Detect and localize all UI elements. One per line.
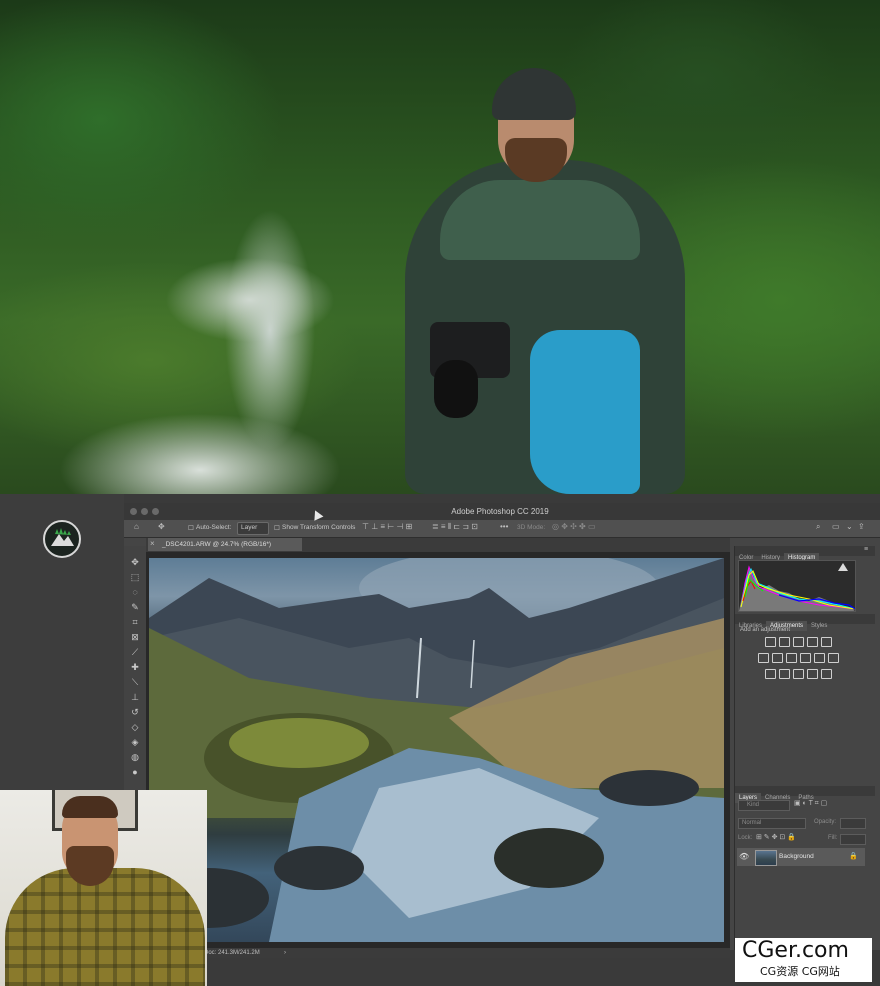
layer-filter-kind[interactable]: Kind [738,800,790,811]
color-history-histogram-tabs: Color History Histogram [735,546,875,563]
chevron-down-icon[interactable]: ⌄ [846,522,853,531]
lock-icons[interactable]: ⊞ ✎ ✥ ⊡ 🔒 [756,833,796,841]
frame-tool-icon[interactable]: ⊠ [128,631,142,643]
layer-name: Background [779,853,814,860]
home-icon[interactable]: ⌂ [134,522,139,531]
show-transform-checkbox[interactable]: ☐ [274,524,280,532]
close-document-icon[interactable]: × [150,539,155,548]
color-balance-icon[interactable] [772,653,783,663]
doc-size-readout: Doc: 241.3M/241.2M [204,950,260,956]
threshold-icon[interactable] [793,669,804,679]
eraser-tool-icon[interactable]: ◇ [128,721,142,733]
marquee-tool-icon[interactable]: ⬚ [128,571,142,583]
lock-icon: 🔒 [849,853,858,860]
blend-mode-dropdown[interactable]: Normal [738,818,806,829]
webcam-presenter-hair [62,796,118,818]
lock-label: Lock: [738,835,753,841]
layers-channels-paths-tabs: Layers Channels Paths [735,786,875,803]
panel-menu-icon[interactable]: ≡ [864,546,868,553]
history-brush-tool-icon[interactable]: ↺ [128,706,142,718]
status-bar: Doc: 241.3M/241.2M › [146,948,730,958]
channel-mixer-icon[interactable] [814,653,825,663]
brightness-contrast-icon[interactable] [765,637,776,647]
histogram-graph [738,560,856,612]
channel-logo [43,520,81,558]
lasso-tool-icon[interactable]: ◌ [128,586,142,598]
move-tool-preset-icon[interactable]: ✥ [158,522,165,531]
show-transform-label: Show Transform Controls [282,524,356,531]
color-lookup-icon[interactable] [828,653,839,663]
hue-saturation-icon[interactable] [758,653,769,663]
search-icon[interactable]: ⌕ [816,522,820,532]
blue-bag [530,330,640,494]
auto-select-label: Auto-Select: [196,524,232,531]
crop-tool-icon[interactable]: ⌗ [128,616,142,628]
window-title: Adobe Photoshop CC 2019 [451,507,549,516]
webcam-presenter-shirt [5,868,205,986]
document-tab-label: _DSC4201.ARW @ 24.7% (RGB/16*) [162,541,272,548]
auto-select-value: Layer [241,524,258,531]
photo-filter-icon[interactable] [800,653,811,663]
fill-field[interactable] [840,834,866,845]
document-tab[interactable]: _DSC4201.ARW @ 24.7% (RGB/16*) [148,538,302,551]
status-menu-chevron-icon[interactable]: › [284,948,286,958]
vibrance-icon[interactable] [821,637,832,647]
3d-mode-label: 3D Mode: [517,524,546,531]
presenter-beanie [492,68,576,120]
dodge-tool-icon[interactable]: ● [128,766,142,778]
camera-lens [434,360,478,418]
more-options-icon[interactable]: ••• [500,522,508,531]
blur-tool-icon[interactable]: ◍ [128,751,142,763]
auto-select-checkbox[interactable]: ☐ [188,524,194,532]
watermark-main: CGer.com [742,938,849,963]
align-icons[interactable]: ⊤ ⊥ ≡ ⊢ ⊣ ⊞ [362,522,412,531]
distribute-icons[interactable]: ≣ ≡ ⫴ ⊏ ⊐ ⊡ [432,522,478,532]
presenter-video-frame [0,0,880,494]
quick-select-tool-icon[interactable]: ✎ [128,601,142,613]
presenter-jacket-yoke [440,180,640,260]
libraries-adjustments-styles-tabs: Libraries Adjustments Styles [735,614,875,631]
eyedropper-tool-icon[interactable]: ⟋ [128,646,142,658]
black-white-icon[interactable] [786,653,797,663]
watermark-sub: CG资源 CG网站 [760,965,840,978]
workspace-icon[interactable]: ▭ [832,522,840,531]
paint-bucket-tool-icon[interactable]: ◈ [128,736,142,748]
blend-mode-value: Normal [742,820,762,826]
document-canvas[interactable] [149,558,724,942]
opacity-field[interactable] [840,818,866,829]
invert-icon[interactable] [765,669,776,679]
3d-mode-icons[interactable]: ◎ ✥ ✣ ✤ ▭ [552,522,596,531]
healing-tool-icon[interactable]: ✚ [128,661,142,673]
layer-filter-icons[interactable]: ▣ ◐ T ⌗ ▢ [794,799,827,808]
eye-icon[interactable]: 👁 [739,852,749,861]
layer-thumbnail [755,850,777,866]
close-window-button[interactable] [130,508,137,515]
adjustments-hint: Add an adjustment [740,627,791,633]
opacity-label: Opacity: [814,819,837,825]
gradient-map-icon[interactable] [807,669,818,679]
posterize-icon[interactable] [779,669,790,679]
share-icon[interactable]: ⇪ [858,522,865,531]
exposure-icon[interactable] [807,637,818,647]
zoom-window-button[interactable] [152,508,159,515]
brush-tool-icon[interactable]: ⟍ [128,676,142,688]
levels-icon[interactable] [779,637,790,647]
curves-icon[interactable] [793,637,804,647]
fill-label: Fill: [828,835,838,841]
selective-color-icon[interactable] [821,669,832,679]
tab-styles[interactable]: Styles [807,621,831,631]
minimize-window-button[interactable] [141,508,148,515]
clone-stamp-tool-icon[interactable]: ⊥ [128,691,142,703]
layer-filter-label: Kind [747,802,760,808]
move-tool-icon[interactable]: ✥ [128,556,142,568]
